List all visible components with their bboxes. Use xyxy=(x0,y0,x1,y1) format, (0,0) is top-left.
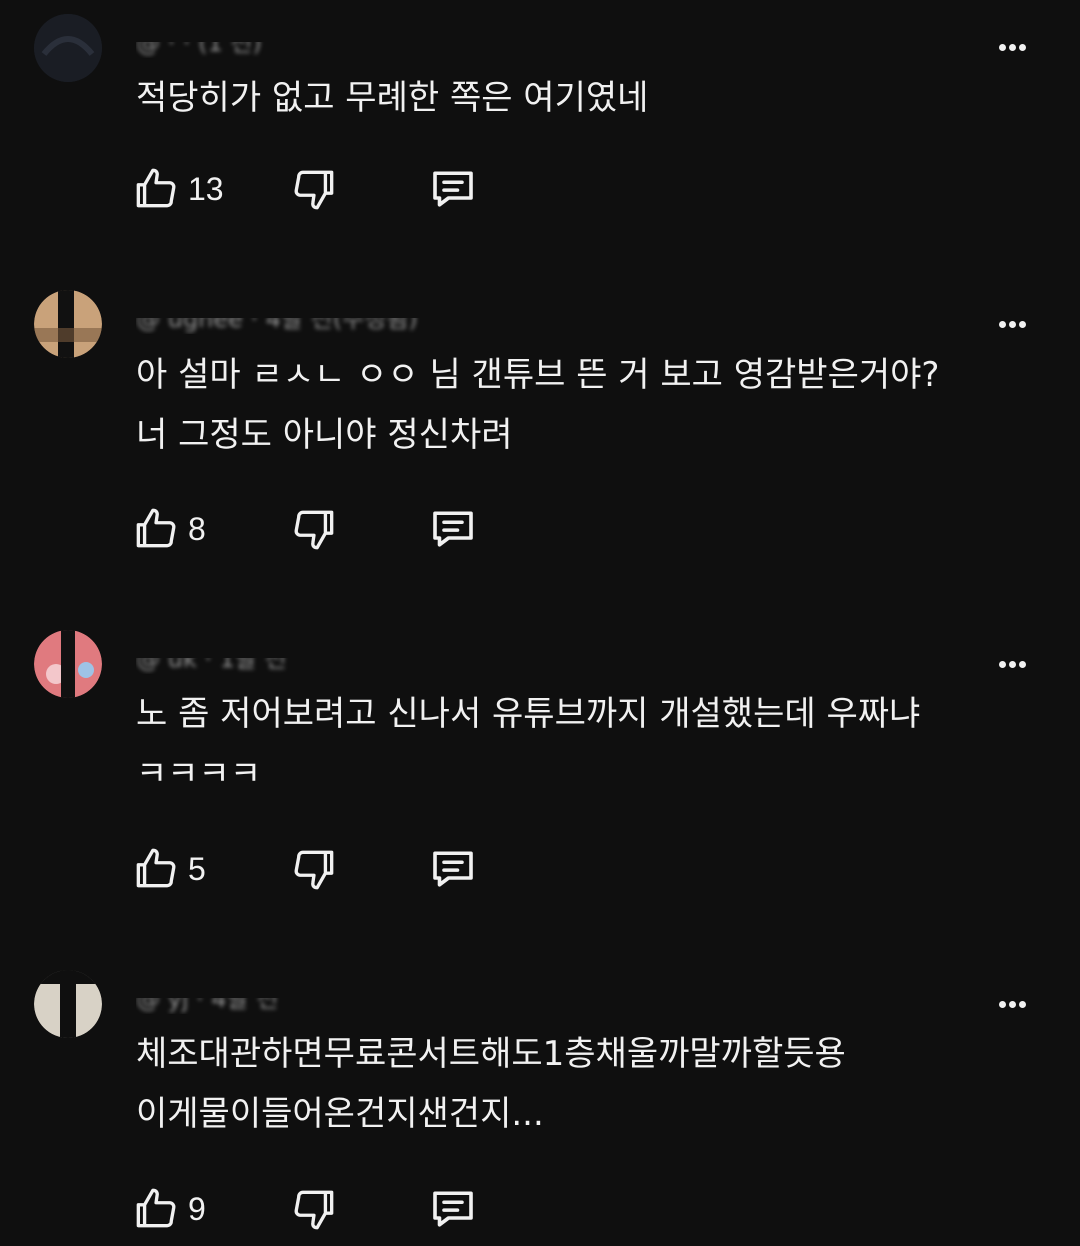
reply-comment-icon xyxy=(433,511,473,547)
comment-author-line[interactable]: @ ughee · 4달 전(수정됨) xyxy=(136,304,596,334)
comment-actions: 9 xyxy=(130,1182,530,1236)
thumbs-down-icon xyxy=(294,850,334,890)
thumbs-up-icon xyxy=(136,1188,176,1228)
comment-text: 아 설마 ㄹㅅㄴ ㅇㅇ 님 갠튜브 뜬 거 보고 영감받은거야? 너 그정도 아… xyxy=(136,355,940,455)
avatar[interactable] xyxy=(34,970,102,1038)
reply-button[interactable] xyxy=(426,842,480,896)
like-count: 8 xyxy=(188,510,206,547)
reply-button[interactable] xyxy=(426,502,480,556)
more-options-button[interactable] xyxy=(990,989,1034,1019)
reply-button[interactable] xyxy=(426,162,480,216)
comment-actions: 5 xyxy=(130,842,530,896)
more-options-button[interactable] xyxy=(990,32,1034,62)
comment-text: 노 좀 저어보려고 신나서 유튜브까지 개설했는데 우짜냐 ㅋㅋㅋㅋ xyxy=(136,694,921,794)
thumbs-down-icon xyxy=(294,170,334,210)
thumbs-up-icon xyxy=(136,848,176,888)
comment-author-line[interactable]: @ yj · 4달 전 xyxy=(136,984,596,1014)
comment-text: 적당히가 없고 무례한 쪽은 여기였네 xyxy=(136,78,649,118)
like-button[interactable]: 9 xyxy=(130,1182,206,1236)
thumbs-up-icon xyxy=(136,168,176,208)
more-options-button[interactable] xyxy=(990,649,1034,679)
like-button[interactable]: 8 xyxy=(130,502,206,556)
like-count: 13 xyxy=(188,170,224,207)
like-button[interactable]: 5 xyxy=(130,842,206,896)
reply-comment-icon xyxy=(433,851,473,887)
comment-actions: 13 xyxy=(130,162,530,216)
thumbs-down-icon xyxy=(294,510,334,550)
more-options-button[interactable] xyxy=(990,309,1034,339)
comment-actions: 8 xyxy=(130,502,530,556)
reply-comment-icon xyxy=(433,1191,473,1227)
dislike-button[interactable] xyxy=(290,842,340,896)
comment-text: 체조대관하면무료콘서트해도1층채울까말까할듯용 이게물이들어온건지샌건지... xyxy=(136,1034,846,1134)
like-button[interactable]: 13 xyxy=(130,162,224,216)
reply-button[interactable] xyxy=(426,1182,480,1236)
dislike-button[interactable] xyxy=(290,1182,340,1236)
more-options-icon xyxy=(998,43,1006,51)
avatar[interactable] xyxy=(34,630,102,698)
reply-comment-icon xyxy=(433,171,473,207)
avatar[interactable] xyxy=(34,290,102,358)
like-count: 5 xyxy=(188,850,206,887)
comment-author-line[interactable]: @ · · (1 전) xyxy=(136,28,596,58)
avatar[interactable] xyxy=(34,14,102,82)
thumbs-down-icon xyxy=(294,1190,334,1230)
more-options-icon xyxy=(998,1000,1006,1008)
comment-feed: @ · · (1 전) 적당히가 없고 무례한 쪽은 여기였네 13 @ ugh… xyxy=(0,0,1080,1246)
comment-author-line[interactable]: @ uk · 1달 전 xyxy=(136,644,596,674)
dislike-button[interactable] xyxy=(290,502,340,556)
more-options-icon xyxy=(998,660,1006,668)
thumbs-up-icon xyxy=(136,508,176,548)
dislike-button[interactable] xyxy=(290,162,340,216)
like-count: 9 xyxy=(188,1190,206,1227)
more-options-icon xyxy=(998,320,1006,328)
